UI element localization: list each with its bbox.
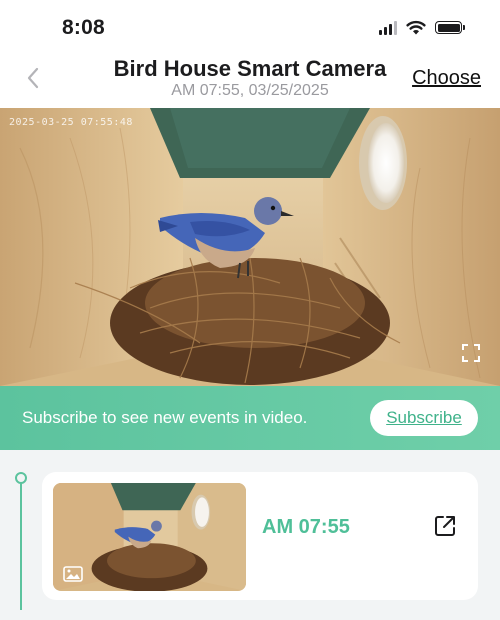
event-card[interactable]: AM 07:55 xyxy=(42,472,478,600)
video-timestamp-overlay: 2025-03-25 07:55:48 xyxy=(9,117,133,128)
wifi-icon xyxy=(406,20,426,35)
timeline-dot xyxy=(15,472,27,484)
cellular-signal-icon xyxy=(379,20,397,35)
share-icon[interactable] xyxy=(432,513,458,539)
choose-button[interactable]: Choose xyxy=(412,67,481,90)
subscribe-button[interactable]: Subscribe xyxy=(370,400,478,436)
header: Bird House Smart Camera AM 07:55, 03/25/… xyxy=(0,52,500,108)
events-list: AM 07:55 xyxy=(0,450,500,620)
status-time: 8:08 xyxy=(62,16,105,39)
status-icons xyxy=(379,20,465,35)
subscribe-banner-text: Subscribe to see new events in video. xyxy=(22,408,308,427)
camera-video-view[interactable]: 2025-03-25 07:55:48 xyxy=(0,108,500,386)
subscribe-banner: Subscribe to see new events in video. Su… xyxy=(0,386,500,450)
battery-icon xyxy=(435,21,465,34)
image-icon xyxy=(63,566,83,582)
fullscreen-icon[interactable] xyxy=(462,344,480,362)
bird-house-camera-image xyxy=(0,108,500,386)
event-thumbnail[interactable] xyxy=(53,483,246,591)
status-bar: 8:08 xyxy=(0,0,500,52)
timeline-line xyxy=(20,480,22,610)
event-time: AM 07:55 xyxy=(262,516,350,538)
